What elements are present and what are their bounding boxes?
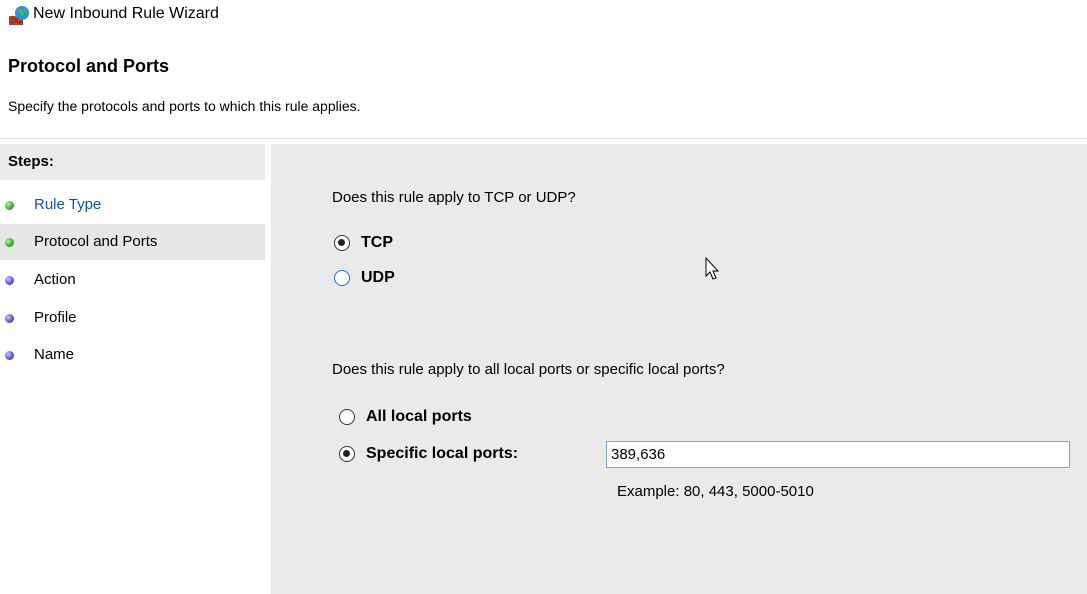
step-label: Action	[34, 271, 76, 288]
title-bar: New Inbound Rule Wizard	[0, 0, 1087, 34]
mouse-cursor-icon	[705, 257, 720, 280]
pending-step-icon	[5, 276, 14, 285]
step-rule-type[interactable]: Rule Type	[0, 187, 265, 223]
udp-option[interactable]: UDP	[334, 267, 395, 289]
steps-heading: Steps:	[8, 153, 54, 170]
protocol-question: Does this rule apply to TCP or UDP?	[332, 189, 576, 206]
firewall-rule-icon	[9, 6, 29, 25]
step-label: Profile	[34, 309, 77, 326]
step-label: Protocol and Ports	[34, 233, 158, 250]
tcp-option[interactable]: TCP	[334, 232, 393, 254]
window-title: New Inbound Rule Wizard	[33, 5, 219, 22]
udp-radio[interactable]	[334, 270, 350, 286]
steps-panel: Steps: Rule Type Protocol and Ports Acti…	[0, 144, 265, 594]
step-protocol-and-ports: Protocol and Ports	[0, 224, 265, 260]
pending-step-icon	[5, 351, 14, 360]
current-step-icon	[5, 238, 14, 247]
completed-step-icon	[5, 201, 14, 210]
pending-step-icon	[5, 314, 14, 323]
udp-label[interactable]: UDP	[361, 269, 395, 287]
all-local-ports-option[interactable]: All local ports	[339, 406, 472, 428]
ports-question: Does this rule apply to all local ports …	[332, 361, 725, 378]
tcp-label[interactable]: TCP	[361, 234, 393, 252]
page-title: Protocol and Ports	[8, 56, 170, 76]
content-panel: Does this rule apply to TCP or UDP? TCP …	[271, 144, 1087, 594]
step-label[interactable]: Rule Type	[34, 196, 101, 213]
step-label: Name	[34, 346, 75, 363]
tcp-radio[interactable]	[334, 235, 350, 251]
specific-local-ports-label[interactable]: Specific local ports:	[366, 445, 518, 463]
step-action: Action	[0, 262, 265, 298]
steps-header: Steps:	[0, 144, 265, 180]
all-local-ports-label[interactable]: All local ports	[366, 408, 472, 426]
wizard-header: Protocol and Ports Specify the protocols…	[0, 34, 1087, 139]
ports-example-text: Example: 80, 443, 5000-5010	[617, 483, 814, 500]
all-local-ports-radio[interactable]	[339, 409, 355, 425]
specific-ports-input[interactable]	[606, 441, 1070, 468]
step-profile: Profile	[0, 300, 265, 336]
page-subtitle: Specify the protocols and ports to which…	[8, 98, 361, 114]
step-name: Name	[0, 337, 265, 373]
specific-local-ports-radio[interactable]	[339, 446, 355, 462]
specific-local-ports-option[interactable]: Specific local ports:	[339, 443, 518, 465]
